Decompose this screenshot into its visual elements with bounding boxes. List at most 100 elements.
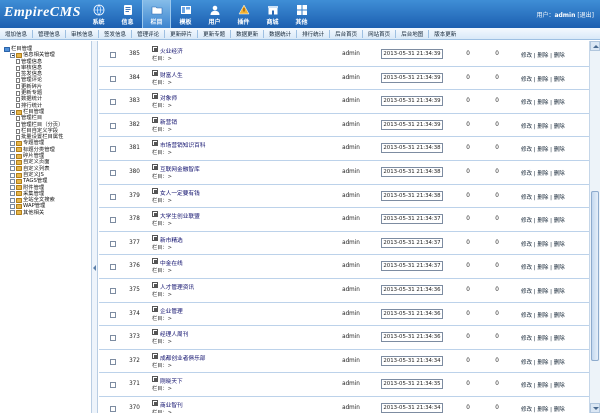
expand-toggle-icon[interactable] — [10, 141, 15, 147]
collapse-toggle-icon[interactable] — [10, 109, 15, 115]
edit-link[interactable]: 修改 — [521, 147, 532, 153]
row-checkbox[interactable] — [110, 264, 116, 271]
subnav-link[interactable]: 更新专题 — [197, 29, 230, 38]
edit-doc-icon[interactable] — [152, 258, 158, 265]
edit-doc-icon[interactable] — [152, 400, 158, 406]
expand-toggle-icon[interactable] — [10, 172, 15, 178]
row-checkbox[interactable] — [110, 99, 116, 106]
row-checkbox[interactable] — [110, 382, 116, 389]
row-checkbox[interactable] — [110, 193, 116, 200]
nav-item-2[interactable]: 栏目 — [142, 0, 171, 28]
edit-link[interactable]: 修改 — [521, 360, 532, 366]
edit-link[interactable]: 修改 — [521, 313, 532, 319]
row-title-link[interactable]: 成都创业者俱乐部 — [160, 353, 206, 362]
row-checkbox[interactable] — [110, 122, 116, 129]
edit-link[interactable]: 修改 — [521, 242, 532, 248]
delete-link[interactable]: 删除 — [537, 77, 548, 83]
nav-item-4[interactable]: 用户 — [200, 0, 229, 28]
sidebar-splitter[interactable] — [92, 41, 98, 413]
delete-link[interactable]: 删除 — [537, 313, 548, 319]
row-checkbox[interactable] — [110, 75, 116, 82]
row-checkbox[interactable] — [110, 406, 116, 412]
remove-link[interactable]: 删除 — [554, 53, 565, 59]
tree-item[interactable]: 其他相关 — [4, 210, 91, 216]
logout-link[interactable]: [退出] — [577, 12, 594, 19]
subnav-link[interactable]: 排行统计 — [296, 29, 329, 38]
row-checkbox[interactable] — [110, 335, 116, 342]
remove-link[interactable]: 删除 — [554, 171, 565, 177]
scroll-down-icon[interactable] — [590, 403, 600, 413]
row-checkbox[interactable] — [110, 240, 116, 247]
delete-link[interactable]: 删除 — [537, 336, 548, 342]
remove-link[interactable]: 删除 — [554, 336, 565, 342]
edit-doc-icon[interactable] — [152, 376, 158, 383]
nav-item-5[interactable]: 插件 — [229, 0, 258, 28]
row-title-link[interactable]: 企业管理 — [160, 306, 183, 315]
edit-doc-icon[interactable] — [152, 282, 158, 288]
row-title-link[interactable]: 商业智刊 — [160, 400, 183, 409]
edit-doc-icon[interactable] — [152, 305, 158, 312]
row-date-field[interactable]: 2013-05-31 21:34:34 — [381, 355, 443, 366]
row-date-field[interactable]: 2013-05-31 21:34:37 — [381, 214, 443, 225]
row-date-field[interactable]: 2013-05-31 21:34:39 — [381, 119, 443, 130]
expand-toggle-icon[interactable] — [10, 178, 15, 184]
subnav-link[interactable]: 签发信息 — [98, 29, 131, 38]
edit-link[interactable]: 修改 — [521, 265, 532, 271]
vertical-scrollbar[interactable] — [589, 41, 600, 413]
row-title-link[interactable]: 火业经济 — [160, 46, 183, 55]
edit-doc-icon[interactable] — [152, 46, 158, 52]
subnav-link[interactable]: 版本更新 — [428, 29, 461, 38]
subnav-link[interactable]: 数据更新 — [230, 29, 263, 38]
subnav-link[interactable]: 更新碎片 — [164, 29, 197, 38]
row-date-field[interactable]: 2013-05-31 21:34:36 — [381, 285, 443, 295]
row-title-link[interactable]: 新市精选 — [160, 235, 183, 244]
row-date-field[interactable]: 2013-05-31 21:34:37 — [381, 237, 443, 248]
expand-toggle-icon[interactable] — [10, 147, 15, 153]
subnav-link[interactable]: 网站首页 — [362, 29, 395, 38]
remove-link[interactable]: 删除 — [554, 77, 565, 83]
row-date-field[interactable]: 2013-05-31 21:34:35 — [381, 379, 443, 390]
row-title-link[interactable]: 市场营销知识百科 — [160, 140, 206, 149]
delete-link[interactable]: 删除 — [537, 147, 548, 153]
edit-doc-icon[interactable] — [152, 116, 158, 123]
scroll-up-icon[interactable] — [590, 41, 600, 51]
subnav-link[interactable]: 管理信息 — [32, 29, 65, 38]
row-date-field[interactable]: 2013-05-31 21:34:39 — [381, 49, 443, 59]
row-checkbox[interactable] — [110, 217, 116, 224]
edit-doc-icon[interactable] — [152, 187, 158, 194]
subnav-link[interactable]: 数据统计 — [263, 29, 296, 38]
row-title-link[interactable]: 人才管理资讯 — [160, 282, 194, 291]
edit-link[interactable]: 修改 — [521, 53, 532, 59]
edit-link[interactable]: 修改 — [521, 218, 532, 224]
delete-link[interactable]: 删除 — [537, 195, 548, 201]
row-date-field[interactable]: 2013-05-31 21:34:38 — [381, 190, 443, 201]
nav-item-0[interactable]: 系统 — [84, 0, 113, 28]
nav-item-1[interactable]: 信息 — [113, 0, 142, 28]
edit-doc-icon[interactable] — [152, 329, 158, 336]
edit-doc-icon[interactable] — [152, 352, 158, 359]
edit-doc-icon[interactable] — [152, 234, 158, 241]
row-checkbox[interactable] — [110, 146, 116, 153]
subnav-link[interactable]: 增加信息 — [0, 30, 32, 38]
edit-link[interactable]: 修改 — [521, 383, 532, 389]
row-title-link[interactable]: 中金在线 — [160, 258, 183, 267]
remove-link[interactable]: 删除 — [554, 124, 565, 130]
subnav-link[interactable]: 审核信息 — [65, 29, 98, 38]
edit-doc-icon[interactable] — [152, 164, 158, 170]
remove-link[interactable]: 删除 — [554, 407, 565, 413]
edit-link[interactable]: 修改 — [521, 100, 532, 106]
expand-toggle-icon[interactable] — [10, 197, 15, 203]
edit-link[interactable]: 修改 — [521, 171, 532, 177]
row-date-field[interactable]: 2013-05-31 21:34:38 — [381, 143, 443, 154]
collapse-toggle-icon[interactable] — [10, 52, 15, 58]
row-date-field[interactable]: 2013-05-31 21:34:39 — [381, 96, 443, 107]
delete-link[interactable]: 删除 — [537, 407, 548, 413]
row-date-field[interactable]: 2013-05-31 21:34:36 — [381, 332, 443, 343]
row-checkbox[interactable] — [110, 52, 116, 58]
row-date-field[interactable]: 2013-05-31 21:34:36 — [381, 308, 443, 319]
row-date-field[interactable]: 2013-05-31 21:34:38 — [381, 167, 443, 177]
delete-link[interactable]: 删除 — [537, 218, 548, 224]
nav-item-6[interactable]: 商城 — [258, 0, 287, 28]
expand-toggle-icon[interactable] — [10, 166, 15, 172]
remove-link[interactable]: 删除 — [554, 195, 565, 201]
